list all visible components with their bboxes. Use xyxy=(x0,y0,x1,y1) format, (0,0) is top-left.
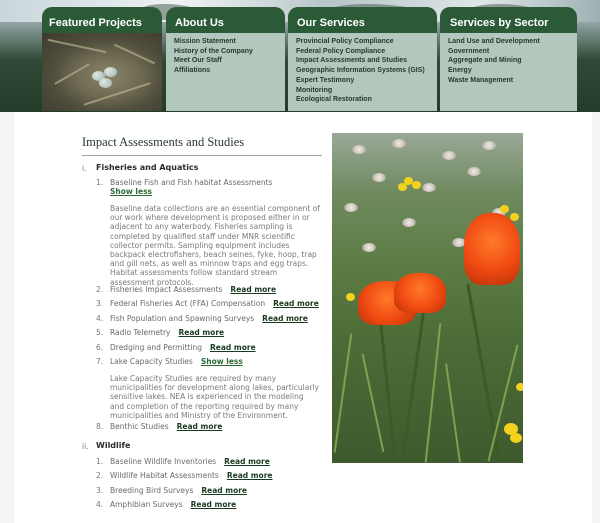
item-label: Federal Fisheries Act (FFA) Compensation xyxy=(110,299,266,308)
list-item: 2. Wildlife Habitat Assessments Read more xyxy=(96,471,273,480)
list-item: 5. Radio Telemetry Read more xyxy=(96,328,225,337)
egg-shape xyxy=(104,67,117,77)
page-title: Impact Assessments and Studies xyxy=(82,135,245,149)
nav-link-history[interactable]: History of the Company xyxy=(174,47,285,57)
list-item: 1. Baseline Fish and Fish habitat Assessm… xyxy=(96,178,273,187)
read-more-link[interactable]: Read more xyxy=(227,471,273,480)
item-label: Radio Telemetry xyxy=(110,328,171,337)
item-label: Dredging and Permitting xyxy=(110,343,202,352)
show-less-link[interactable]: Show less xyxy=(110,187,152,196)
read-more-link[interactable]: Read more xyxy=(273,299,319,308)
item-label: Fish Population and Spawning Surveys xyxy=(110,314,255,323)
nav-link-staff[interactable]: Meet Our Staff xyxy=(174,56,285,66)
show-less-link[interactable]: Show less xyxy=(201,357,243,366)
item-label: Benthic Studies xyxy=(110,422,169,431)
list-item: 6. Dredging and Permitting Read more xyxy=(96,343,256,352)
nav-link-government[interactable]: Government xyxy=(448,47,577,57)
section-numeral: ii. xyxy=(82,442,89,451)
item-label: Lake Capacity Studies xyxy=(110,357,193,366)
nav-link-gis[interactable]: Geographic Information Systems (GIS) xyxy=(296,66,437,76)
list-item: 3. Federal Fisheries Act (FFA) Compensati… xyxy=(96,299,319,308)
title-divider xyxy=(82,155,322,156)
bird-nest-image[interactable] xyxy=(42,33,162,111)
item-label: Breeding Bird Surveys xyxy=(110,486,194,495)
nav-link-provincial[interactable]: Provincial Policy Compliance xyxy=(296,37,437,47)
list-item: 3. Breeding Bird Surveys Read more xyxy=(96,486,248,495)
item-label: Wildlife Habitat Assessments xyxy=(110,471,219,480)
list-item: 2. Fisheries Impact Assessments Read more xyxy=(96,285,277,294)
item-label: Baseline Wildlife Inventories xyxy=(110,457,217,466)
section-numeral: i. xyxy=(82,164,87,173)
nav-link-testimony[interactable]: Expert Testimony xyxy=(296,76,437,86)
list-item: 4. Amphibian Surveys Read more xyxy=(96,500,237,509)
paintbrush-flower xyxy=(464,213,520,285)
list-item: 4. Fish Population and Spawning Surveys Re… xyxy=(96,314,308,323)
section-title-wildlife: Wildlife xyxy=(96,441,131,450)
item-label: Amphibian Surveys xyxy=(110,500,183,509)
read-more-link[interactable]: Read more xyxy=(201,486,247,495)
nav-link-restoration[interactable]: Ecological Restoration xyxy=(296,95,437,105)
nav-about-us: About Us Mission Statement History of th… xyxy=(166,7,285,111)
nav-link-energy[interactable]: Energy xyxy=(448,66,577,76)
read-more-link[interactable]: Read more xyxy=(230,285,276,294)
wildflower-photo xyxy=(332,133,523,463)
nav-featured-projects[interactable]: Featured Projects xyxy=(42,7,162,111)
nav-link-affiliations[interactable]: Affiliations xyxy=(174,66,285,76)
nav-link-aggregate[interactable]: Aggregate and Mining xyxy=(448,56,577,66)
nav-services-by-sector: Services by Sector Land Use and Developm… xyxy=(440,7,577,111)
read-more-link[interactable]: Read more xyxy=(210,343,256,352)
item-label: Fisheries Impact Assessments xyxy=(110,285,223,294)
nav-link-mission[interactable]: Mission Statement xyxy=(174,37,285,47)
list-item: 8. Benthic Studies Read more xyxy=(96,422,223,431)
paintbrush-flower xyxy=(394,273,446,313)
nav-link-monitoring[interactable]: Monitoring xyxy=(296,86,437,96)
nav-sector-title[interactable]: Services by Sector xyxy=(440,7,577,33)
nav-link-federal[interactable]: Federal Policy Compliance xyxy=(296,47,437,57)
read-more-link[interactable]: Read more xyxy=(224,457,270,466)
read-more-link[interactable]: Read more xyxy=(177,422,223,431)
read-more-link[interactable]: Read more xyxy=(191,500,237,509)
section-title-fisheries: Fisheries and Aquatics xyxy=(96,163,199,172)
list-item: 7. Lake Capacity Studies Show less xyxy=(96,357,243,366)
list-item: 1. Baseline Wildlife Inventories Read more xyxy=(96,457,270,466)
nav-our-services: Our Services Provincial Policy Complianc… xyxy=(288,7,437,111)
nav-link-impact[interactable]: Impact Assessments and Studies xyxy=(296,56,437,66)
item-description: Baseline data collections are an essenti… xyxy=(110,204,320,287)
nav-about-title[interactable]: About Us xyxy=(166,7,285,33)
item-description: Lake Capacity Studies are required by ma… xyxy=(110,374,319,420)
read-more-link[interactable]: Read more xyxy=(262,314,308,323)
egg-shape xyxy=(99,78,112,88)
item-label: Baseline Fish and Fish habitat Assessmen… xyxy=(110,178,273,187)
read-more-link[interactable]: Read more xyxy=(178,328,224,337)
nav-link-land-use[interactable]: Land Use and Development xyxy=(448,37,577,47)
nav-services-title[interactable]: Our Services xyxy=(288,7,437,33)
nav-link-waste[interactable]: Waste Management xyxy=(448,76,577,86)
nav-featured-title[interactable]: Featured Projects xyxy=(42,7,162,33)
